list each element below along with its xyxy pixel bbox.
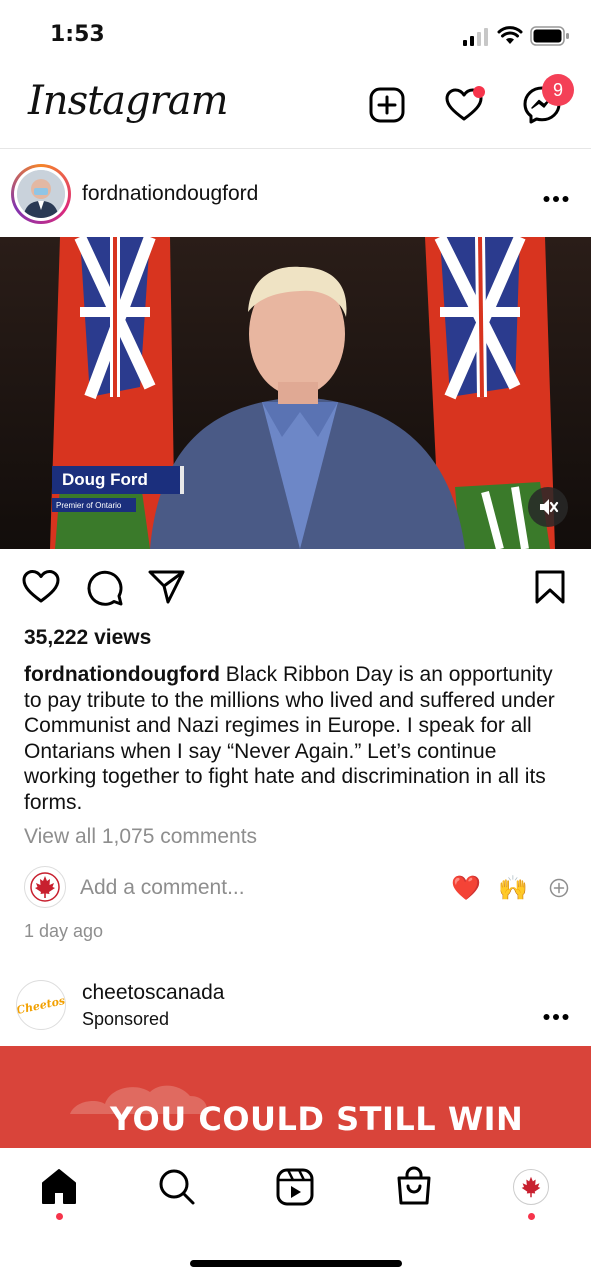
status-time: 1:53 xyxy=(50,22,105,47)
tab-home[interactable] xyxy=(40,1168,78,1211)
tab-reels[interactable] xyxy=(276,1168,314,1211)
tab-profile[interactable] xyxy=(513,1169,549,1205)
profile-maple-leaf-icon xyxy=(521,1176,541,1198)
speaker-muted-icon xyxy=(540,499,559,515)
post-caption: fordnationdougford Black Ribbon Day is a… xyxy=(24,662,569,815)
post-options-button[interactable] xyxy=(543,180,569,208)
view-all-comments-link[interactable]: View all 1,075 comments xyxy=(24,825,257,849)
viewer-avatar xyxy=(24,866,66,908)
sponsored-label[interactable]: Sponsored xyxy=(82,1009,169,1030)
shopping-bag-icon xyxy=(397,1166,431,1205)
share-button[interactable] xyxy=(148,569,186,610)
post-author-username[interactable]: fordnationdougford xyxy=(82,182,258,206)
save-button[interactable] xyxy=(534,569,566,610)
tab-search[interactable] xyxy=(158,1168,196,1211)
more-reactions-button[interactable] xyxy=(549,878,569,903)
messenger-badge: 9 xyxy=(542,74,574,106)
maple-leaf-icon xyxy=(30,872,60,902)
caption-username[interactable]: fordnationdougford xyxy=(24,663,220,686)
home-notification-dot xyxy=(56,1213,63,1220)
reels-icon xyxy=(276,1168,314,1206)
quick-reaction-raised-hands[interactable]: 🙌 xyxy=(498,874,528,903)
video-name-caption: Doug Ford xyxy=(52,466,184,494)
sponsor-username[interactable]: cheetoscanada xyxy=(82,981,224,1005)
like-button[interactable] xyxy=(22,569,60,610)
tab-shop[interactable] xyxy=(395,1166,433,1211)
sponsor-avatar[interactable]: Cheetos xyxy=(16,980,66,1030)
view-count[interactable]: 35,222 views xyxy=(24,626,151,650)
activity-notification-dot xyxy=(473,86,485,98)
plus-square-icon xyxy=(369,87,405,123)
instagram-logo[interactable]: Instagram xyxy=(28,78,229,124)
profile-notification-dot xyxy=(528,1213,535,1220)
bookmark-icon xyxy=(535,570,565,604)
quick-reaction-heart[interactable]: ❤️ xyxy=(451,874,481,903)
comment-bubble-icon xyxy=(87,570,123,606)
search-icon xyxy=(159,1169,195,1205)
more-dots-icon xyxy=(543,196,569,202)
header-divider xyxy=(0,148,591,149)
home-indicator[interactable] xyxy=(190,1260,402,1267)
mute-toggle-button[interactable] xyxy=(528,487,568,527)
ad-headline: YOU COULD STILL WIN xyxy=(110,1100,524,1138)
video-title-caption: Premier of Ontario xyxy=(52,498,136,512)
author-photo xyxy=(17,170,65,218)
new-post-button[interactable] xyxy=(367,85,407,125)
paper-plane-icon xyxy=(148,570,185,604)
add-comment-input[interactable]: Add a comment... xyxy=(80,876,245,900)
wifi-icon xyxy=(497,25,523,50)
more-dots-icon xyxy=(543,1014,569,1020)
heart-icon xyxy=(22,570,60,603)
post-author-avatar[interactable] xyxy=(11,164,71,224)
post-timestamp: 1 day ago xyxy=(24,921,104,941)
plus-circle-icon xyxy=(549,878,569,898)
sponsored-options-button[interactable] xyxy=(543,998,569,1026)
sponsor-avatar-logo: Cheetos xyxy=(16,993,66,1017)
comment-button[interactable] xyxy=(86,569,124,612)
home-icon xyxy=(42,1169,76,1204)
battery-icon xyxy=(530,26,570,51)
signal-icon xyxy=(463,28,491,51)
